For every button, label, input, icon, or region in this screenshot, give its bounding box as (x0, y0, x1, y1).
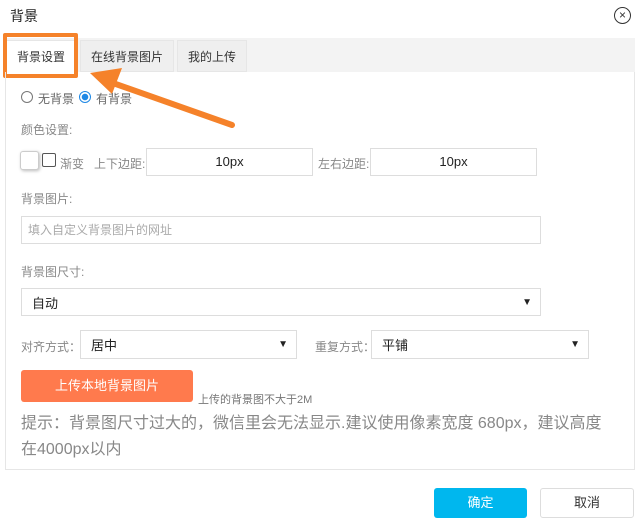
radio-no-background[interactable] (21, 91, 33, 103)
lr-margin-input[interactable]: 10px (370, 148, 537, 176)
chevron-down-icon: ▼ (570, 339, 580, 350)
ok-button[interactable]: 确定 (434, 488, 527, 518)
gradient-label: 渐变 (60, 157, 85, 171)
size-label: 背景图尺寸: (21, 265, 85, 279)
chevron-down-icon: ▼ (278, 339, 288, 350)
upload-button[interactable]: 上传本地背景图片 (21, 370, 193, 402)
align-label: 对齐方式： (21, 340, 82, 354)
lr-margin-label: 左右边距: (318, 157, 370, 171)
tb-margin-input[interactable]: 10px (146, 148, 313, 176)
radio-label: 无背景 (38, 92, 75, 106)
gradient-checkbox[interactable] (42, 153, 56, 167)
image-url-input[interactable]: 填入自定义背景图片的网址 (21, 216, 541, 244)
color-label: 颜色设置: (21, 123, 73, 137)
repeat-value: 平铺 (382, 338, 409, 353)
cancel-button[interactable]: 取消 (540, 488, 634, 518)
align-value: 居中 (91, 338, 118, 353)
align-select[interactable]: 居中 ▼ (80, 330, 297, 359)
hint-text: 提示：背景图尺寸过大的，微信里会无法显示.建议使用像素宽度 680px，建议高度… (21, 415, 602, 458)
radio-label: 有背景 (96, 92, 133, 106)
repeat-select[interactable]: 平铺 ▼ (371, 330, 589, 359)
image-label: 背景图片: (21, 192, 73, 206)
upload-note: 上传的背景图不大于2M (198, 394, 313, 406)
chevron-down-icon: ▼ (522, 296, 532, 308)
radio-has-background[interactable] (79, 91, 91, 103)
size-select[interactable]: 自动 ▼ (21, 288, 541, 316)
tb-margin-label: 上下边距: (94, 157, 146, 171)
size-value: 自动 (32, 295, 59, 311)
color-swatch[interactable] (20, 151, 39, 170)
repeat-label: 重复方式： (315, 340, 376, 354)
